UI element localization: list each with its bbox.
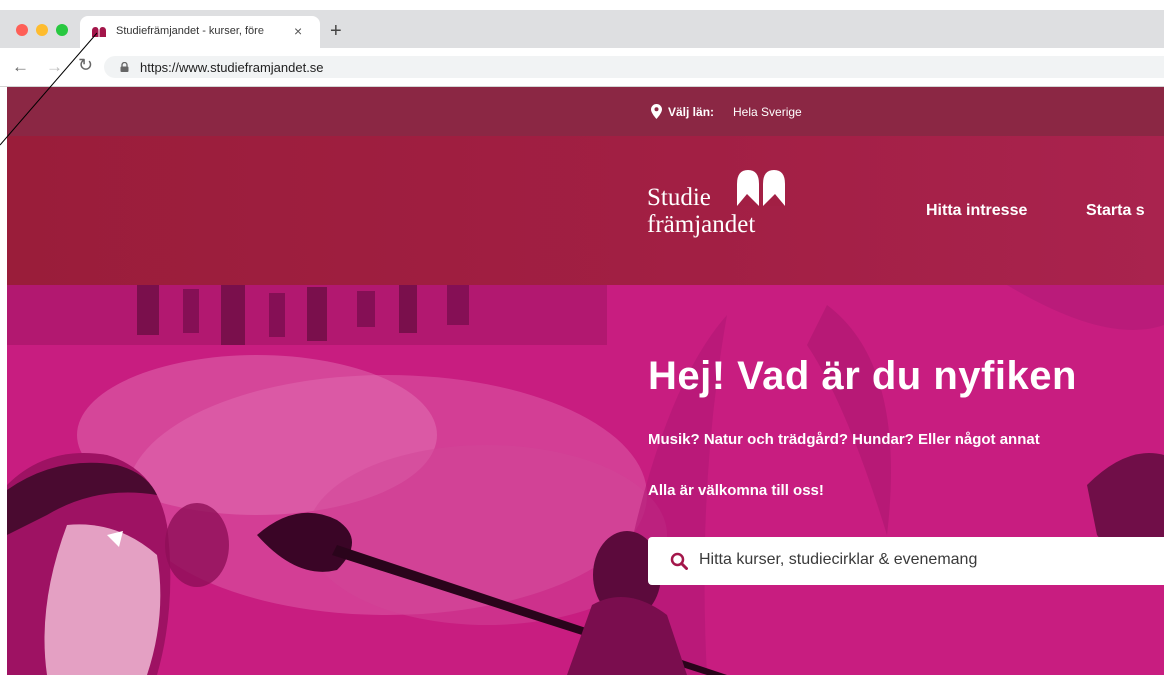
hero-title: Hej! Vad är du nyfiken bbox=[648, 354, 1077, 398]
close-window-icon[interactable] bbox=[16, 24, 28, 36]
maximize-window-icon[interactable] bbox=[56, 24, 68, 36]
reload-button[interactable]: ↻ bbox=[78, 56, 93, 74]
logo-text-line1: Studie bbox=[647, 184, 711, 211]
book-icon bbox=[92, 27, 106, 37]
nav-starta[interactable]: Starta s bbox=[1086, 202, 1145, 220]
address-bar[interactable]: https://www.studieframjandet.se bbox=[104, 56, 1164, 78]
close-tab-icon[interactable]: × bbox=[294, 23, 302, 39]
hero-section: Hej! Vad är du nyfiken Musik? Natur och … bbox=[7, 285, 1164, 675]
forward-button[interactable]: → bbox=[46, 58, 63, 75]
search-placeholder: Hitta kurser, studiecirklar & evenemang bbox=[699, 551, 978, 568]
minimize-window-icon[interactable] bbox=[36, 24, 48, 36]
region-bar: Välj län: Hela Sverige bbox=[7, 87, 1164, 136]
new-tab-button[interactable]: + bbox=[330, 21, 342, 41]
nav-hitta-intresse[interactable]: Hitta intresse bbox=[926, 202, 1027, 220]
region-label: Välj län: bbox=[668, 105, 715, 119]
course-search-input[interactable]: Hitta kurser, studiecirklar & evenemang bbox=[648, 537, 1164, 585]
region-value[interactable]: Hela Sverige bbox=[733, 105, 802, 119]
site-header: Studie främjandet Hitta intresse Starta … bbox=[7, 136, 1164, 285]
browser-tab-active[interactable]: Studiefrämjandet - kurser, före × bbox=[80, 16, 320, 48]
lock-icon bbox=[120, 62, 129, 72]
back-button[interactable]: ← bbox=[12, 58, 29, 75]
site-logo[interactable]: Studie främjandet bbox=[647, 164, 797, 254]
hero-subtitle: Musik? Natur och trädgård? Hundar? Eller… bbox=[648, 431, 1040, 448]
search-icon bbox=[670, 552, 688, 570]
logo-book-icon bbox=[737, 170, 785, 206]
tab-title-fade bbox=[258, 20, 294, 42]
logo-text-line2: främjandet bbox=[647, 211, 756, 238]
browser-tabstrip: Studiefrämjandet - kurser, före × + bbox=[0, 10, 1164, 48]
url-text: https://www.studieframjandet.se bbox=[140, 60, 324, 75]
hero-welcome: Alla är välkomna till oss! bbox=[648, 482, 824, 499]
hero-background-image bbox=[7, 285, 1164, 675]
pin-icon bbox=[651, 104, 662, 119]
browser-toolbar: ← → ↻ https://www.studieframjandet.se bbox=[0, 48, 1164, 87]
website: Välj län: Hela Sverige Studie främjandet… bbox=[7, 87, 1164, 675]
